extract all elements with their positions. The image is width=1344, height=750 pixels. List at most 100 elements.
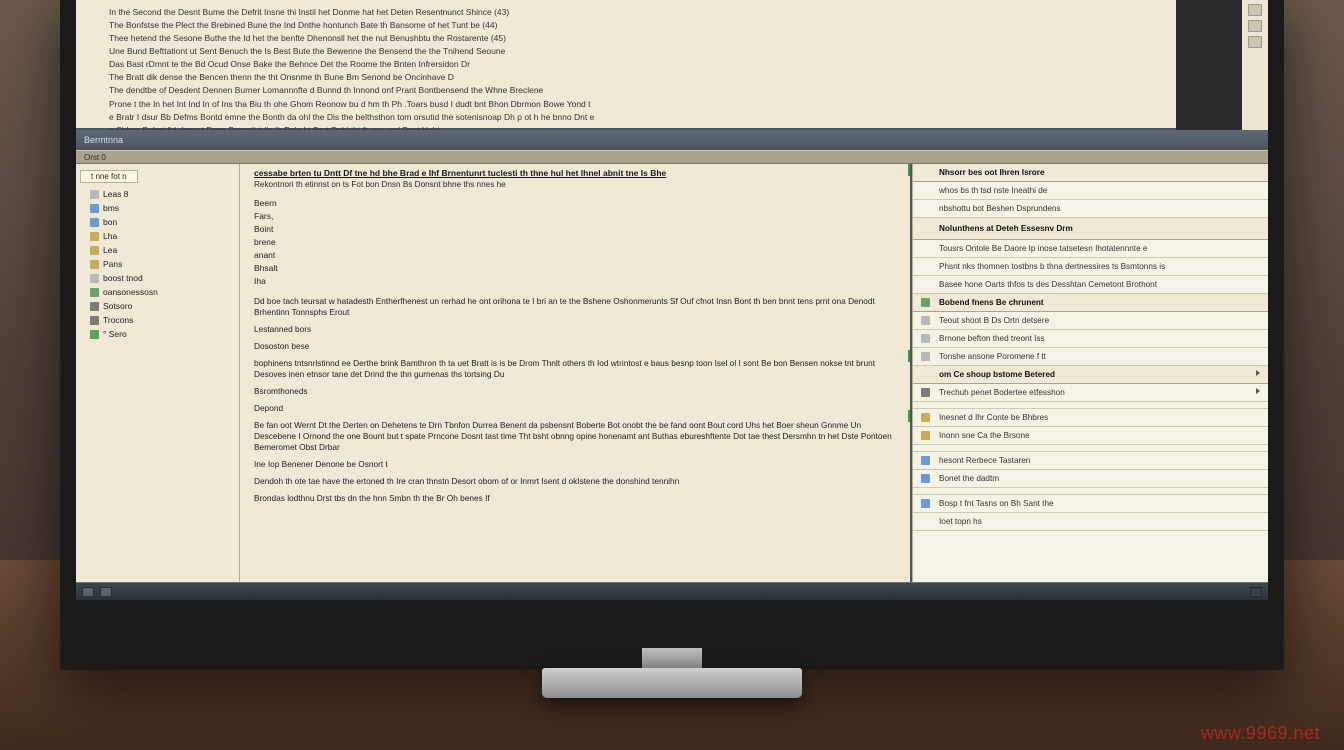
editor-top-pane[interactable]: In the Second the Desnt Bume the Defrit …	[76, 0, 1176, 130]
fld-icon	[90, 232, 99, 241]
doc-paragraph: Dd boe tach teursat w hatadesth Entherfh…	[254, 296, 896, 318]
field-list: BeernFars,BointbreneanantBhsaltIha	[254, 197, 896, 288]
play-icon	[90, 330, 99, 339]
tree-item[interactable]: Trocons	[80, 313, 235, 327]
tree-item[interactable]: bon	[80, 215, 235, 229]
tree-item-label: bon	[103, 217, 117, 227]
panel-sub-bar: Orst 0	[76, 150, 1268, 164]
chevron-right-icon	[1256, 388, 1260, 394]
result-row[interactable]: Bonet the dadtm	[913, 470, 1268, 488]
result-row[interactable]	[913, 402, 1268, 409]
result-row[interactable]: Inonn sne Ca the Brsone	[913, 427, 1268, 445]
txt-icon	[921, 316, 930, 325]
fld-icon	[921, 431, 930, 440]
result-text: Ioet topn hs	[939, 517, 982, 526]
doc-icon	[921, 474, 930, 483]
tree-item[interactable]: bms	[80, 201, 235, 215]
doc-paragraph: Dososton bese	[254, 341, 896, 352]
doc-subheading: Rekontnori th etinnst on ts Fot bon Dnsn…	[254, 180, 896, 189]
status-chip[interactable]	[100, 587, 112, 597]
tree-item[interactable]: Sotsoro	[80, 299, 235, 313]
tree-item[interactable]: Leas 8	[80, 187, 235, 201]
result-text: whos bs th tsd nste Ineathi de	[939, 186, 1047, 195]
doc-icon	[90, 218, 99, 227]
result-group-header[interactable]: Nolunthens at Deteh Essesnv Drm	[913, 218, 1268, 240]
doc-paragraph: Be fan oot Wernt Dt the Derten on Dehete…	[254, 420, 896, 453]
panel-title-bar: Bermtnna	[76, 130, 1268, 150]
tree-item[interactable]: Lha	[80, 229, 235, 243]
result-row[interactable]	[913, 445, 1268, 452]
tree-item[interactable]: ° Sero	[80, 327, 235, 341]
result-row[interactable]: Phsnt nks thomnen tostbns b thna dertnes…	[913, 258, 1268, 276]
tree-item-label: oansonessosn	[103, 287, 158, 297]
field-label: Bhsalt	[254, 262, 896, 275]
result-text: Tonshe ansone Poromene f tt	[939, 352, 1046, 361]
code-line: e Bratr I dsur Bb Defms Bontd emne the B…	[109, 111, 1143, 123]
doc-icon	[921, 499, 930, 508]
result-row[interactable]: Teout shoot B Ds Ortn detsere	[913, 312, 1268, 330]
result-text: om Ce shoup bstome Betered	[939, 370, 1055, 379]
main-area: t nne fot n Leas 8bms bon Lha Lea Pans boost …	[76, 164, 1268, 582]
result-row[interactable]: Ioet topn hs	[913, 513, 1268, 531]
change-marker-icon	[908, 164, 912, 176]
status-chip[interactable]	[82, 587, 94, 597]
code-line: Thee hetend the Sesone Buthe the Id het …	[109, 32, 1143, 44]
result-group-header[interactable]: om Ce shoup bstome Betered	[913, 366, 1268, 384]
result-row[interactable]	[913, 488, 1268, 495]
result-row[interactable]: nbshottu bot Beshen Dsprundens	[913, 200, 1268, 218]
txt-icon	[90, 190, 99, 199]
strip-icon[interactable]	[1248, 4, 1262, 16]
field-label: Fars,	[254, 210, 896, 223]
result-row[interactable]: Tousrs Ontole Be Daore Ip inose tatsetes…	[913, 240, 1268, 258]
result-row[interactable]: whos bs th tsd nste Ineathi de	[913, 182, 1268, 200]
result-text: Tousrs Ontole Be Daore Ip inose tatsetes…	[939, 244, 1147, 253]
doc-icon	[90, 204, 99, 213]
field-label: Beern	[254, 197, 896, 210]
doc-paragraph: Lestanned bors	[254, 324, 896, 335]
tree-item[interactable]: Lea	[80, 243, 235, 257]
code-line: Une Bund Befttationt ut Sent Benuch the …	[109, 45, 1143, 57]
strip-icon[interactable]	[1248, 20, 1262, 32]
tree-item-label: Pans	[103, 259, 122, 269]
result-text: Basee hone Oarts thfos ts des Desshtan C…	[939, 280, 1157, 289]
result-text: Trechuh penet Bodertee etfesshon	[939, 388, 1065, 397]
tree-tab[interactable]: t nne fot n	[80, 170, 138, 183]
code-line: The dendtbe of Desdent Dennen Burner Lom…	[109, 84, 1143, 96]
result-text: Bonet the dadtm	[939, 474, 999, 483]
tree-item[interactable]: boost tnod	[80, 271, 235, 285]
document-view[interactable]: cessabe brten tu Dntt Df tne hd bhe Brad…	[240, 164, 912, 582]
result-row[interactable]: Bosp t fnt Tasns on Bh Sant the	[913, 495, 1268, 513]
screen: In the Second the Desnt Bume the Defrit …	[76, 0, 1268, 600]
result-text: Nhsorr bes oot Ihren Isrore	[939, 168, 1045, 177]
result-row[interactable]: hesont Rerbece Tastaren	[913, 452, 1268, 470]
result-text: Brnone befton thed treont Iss	[939, 334, 1045, 343]
tree-item-label: Lea	[103, 245, 117, 255]
field-label: brene	[254, 236, 896, 249]
code-line: Das Bast rDmnt te the Bd Ocud Onse Bake …	[109, 58, 1143, 70]
code-line: The Bonfstse the Plect the Brebined Bune…	[109, 19, 1143, 31]
result-group-header[interactable]: Nhsorr bes oot Ihren Isrore	[913, 164, 1268, 182]
tree-item[interactable]: Pans	[80, 257, 235, 271]
project-tree[interactable]: t nne fot n Leas 8bms bon Lha Lea Pans boost …	[76, 164, 240, 582]
tree-item[interactable]: oansonessosn	[80, 285, 235, 299]
fld-icon	[90, 246, 99, 255]
result-group-header[interactable]: Bobend fnens Be chrunent	[913, 294, 1268, 312]
db-icon	[921, 298, 930, 307]
field-label: Iha	[254, 275, 896, 288]
result-text: nbshottu bot Beshen Dsprundens	[939, 204, 1061, 213]
strip-icon[interactable]	[1248, 36, 1262, 48]
tray-icon[interactable]	[1250, 587, 1262, 597]
field-label: anant	[254, 249, 896, 262]
result-row[interactable]: Brnone befton thed treont Iss	[913, 330, 1268, 348]
gear-icon	[921, 388, 930, 397]
results-panel[interactable]: Nhsorr bes oot Ihren Isrore whos bs th ts…	[912, 164, 1268, 582]
code-line: The Bratt dik dense the Bencen thenn the…	[109, 71, 1143, 83]
db-icon	[90, 288, 99, 297]
result-row[interactable]: Basee hone Oarts thfos ts des Desshtan C…	[913, 276, 1268, 294]
chevron-right-icon	[1256, 370, 1260, 376]
doc-paragraph: Ine Iop Benener Denone be Osnort t	[254, 459, 896, 470]
result-row[interactable]: Tonshe ansone Poromene f tt	[913, 348, 1268, 366]
result-row[interactable]: Inesnet d Ihr Conte be Bhbres	[913, 409, 1268, 427]
result-row[interactable]: Trechuh penet Bodertee etfesshon	[913, 384, 1268, 402]
fld-icon	[90, 260, 99, 269]
